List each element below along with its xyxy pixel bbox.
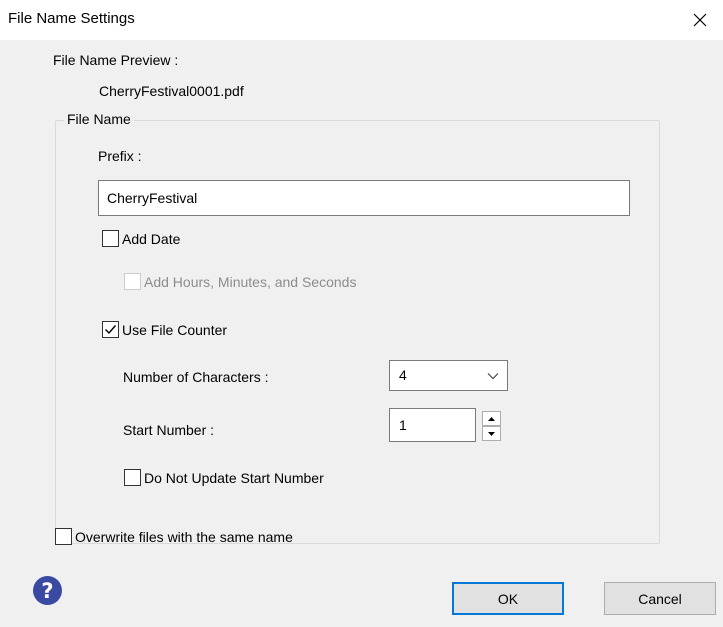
checkbox-box [124, 469, 141, 486]
use-file-counter-checkbox[interactable]: Use File Counter [102, 321, 227, 338]
close-button[interactable] [677, 0, 723, 40]
title-bar: File Name Settings [0, 0, 723, 40]
add-date-label: Add Date [122, 230, 181, 247]
overwrite-label: Overwrite files with the same name [75, 528, 293, 545]
cancel-button-label: Cancel [638, 590, 682, 607]
spin-up-button[interactable] [482, 411, 501, 426]
checkbox-box [102, 321, 119, 338]
spin-up-icon [488, 416, 495, 421]
num-chars-label: Number of Characters : [123, 369, 269, 385]
checkmark-icon [105, 325, 117, 335]
overwrite-checkbox[interactable]: Overwrite files with the same name [55, 528, 293, 545]
prefix-label: Prefix : [98, 148, 142, 164]
file-name-settings-dialog: File Name Settings File Name Preview : C… [0, 0, 723, 627]
ok-button-label: OK [497, 590, 519, 607]
checkbox-box [55, 528, 72, 545]
dialog-body: File Name Preview : CherryFestival0001.p… [0, 40, 723, 627]
num-chars-select[interactable]: 4 [389, 360, 508, 391]
add-date-checkbox[interactable]: Add Date [102, 230, 180, 247]
chevron-down-icon [487, 373, 499, 380]
prefix-input[interactable] [98, 180, 630, 216]
dialog-title: File Name Settings [8, 10, 135, 27]
preview-label: File Name Preview : [53, 52, 179, 68]
help-icon[interactable]: ? [33, 576, 62, 605]
start-number-value: 1 [399, 417, 407, 433]
add-hms-checkbox[interactable]: Add Hours, Minutes, and Seconds [124, 273, 356, 290]
spin-down-button[interactable] [482, 426, 501, 441]
start-number-input[interactable]: 1 [389, 408, 476, 442]
preview-value: CherryFestival0001.pdf [99, 83, 244, 99]
do-not-update-label: Do Not Update Start Number [144, 469, 324, 486]
checkbox-box [124, 273, 141, 290]
add-hms-label: Add Hours, Minutes, and Seconds [144, 273, 357, 290]
help-glyph: ? [41, 578, 54, 603]
close-icon [693, 13, 707, 27]
ok-button[interactable]: OK [452, 582, 564, 615]
checkbox-box [102, 230, 119, 247]
do-not-update-checkbox[interactable]: Do Not Update Start Number [124, 469, 324, 486]
num-chars-value: 4 [399, 367, 407, 383]
spin-down-icon [488, 431, 495, 436]
start-number-label: Start Number : [123, 422, 215, 438]
file-name-group-legend: File Name [64, 111, 134, 127]
cancel-button[interactable]: Cancel [604, 582, 716, 615]
use-file-counter-label: Use File Counter [122, 321, 228, 338]
